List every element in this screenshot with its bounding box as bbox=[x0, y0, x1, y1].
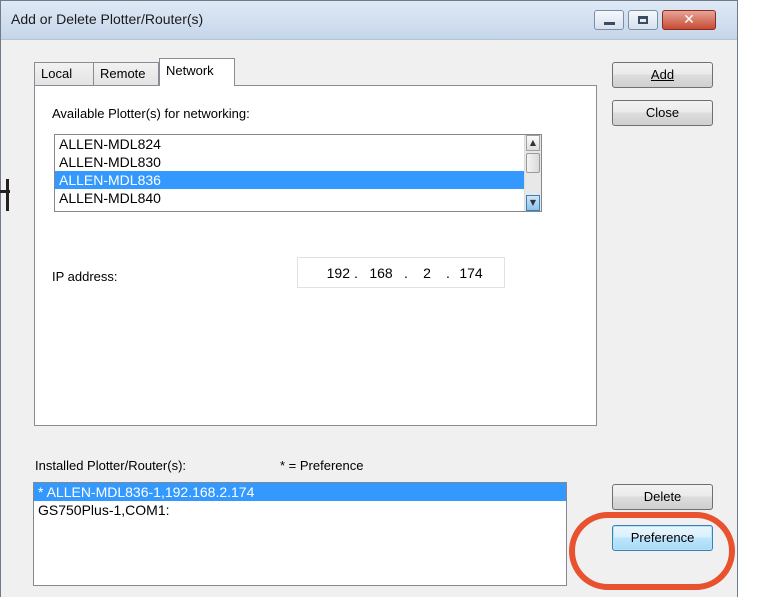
available-plotter-item[interactable]: ALLEN-MDL840 bbox=[55, 189, 541, 207]
scroll-up-arrow-icon[interactable]: ▲ bbox=[526, 135, 540, 151]
close-window-button[interactable]: ✕ bbox=[662, 10, 716, 30]
available-plotters-label: Available Plotter(s) for networking: bbox=[52, 106, 250, 121]
title-bar[interactable]: Add or Delete Plotter/Router(s) ✕ bbox=[1, 1, 737, 40]
ip-octet-3[interactable]: 2 bbox=[412, 265, 442, 281]
dialog-window: Add or Delete Plotter/Router(s) ✕ Local … bbox=[0, 0, 738, 597]
installed-plotter-item[interactable]: * ALLEN-MDL836-1,192.168.2.174 bbox=[34, 483, 566, 501]
ip-octet-1[interactable]: 192 bbox=[298, 265, 350, 281]
minimize-button[interactable] bbox=[594, 10, 624, 30]
installed-plotter-item[interactable]: GS750Plus-1,COM1: bbox=[34, 501, 566, 519]
ip-address-label: IP address: bbox=[52, 269, 118, 284]
ip-address-field[interactable]: 192 . 168 . 2 . 174 bbox=[297, 257, 505, 288]
scroll-thumb[interactable] bbox=[526, 153, 540, 173]
available-plotters-list[interactable]: ALLEN-MDL824 ALLEN-MDL830 ALLEN-MDL836 ALLE… bbox=[54, 134, 542, 212]
installed-plotters-list[interactable]: * ALLEN-MDL836-1,192.168.2.174 GS750Plus-… bbox=[33, 482, 567, 586]
window-title: Add or Delete Plotter/Router(s) bbox=[11, 11, 204, 27]
scroll-down-arrow-icon[interactable]: ▼ bbox=[526, 195, 540, 211]
available-plotter-item[interactable]: ALLEN-MDL824 bbox=[55, 135, 541, 153]
available-plotter-item[interactable]: ALLEN-MDL830 bbox=[55, 153, 541, 171]
available-plotters-items: ALLEN-MDL824 ALLEN-MDL830 ALLEN-MDL836 ALLE… bbox=[55, 135, 541, 207]
add-button[interactable]: Add bbox=[612, 62, 713, 88]
callout-tick bbox=[0, 190, 10, 193]
available-plotter-item[interactable]: ALLEN-MDL836 bbox=[55, 171, 541, 189]
preference-note: * = Preference bbox=[280, 458, 364, 473]
add-button-label: Add bbox=[650, 67, 675, 82]
ip-octet-2[interactable]: 168 bbox=[362, 265, 400, 281]
close-icon: ✕ bbox=[683, 12, 695, 28]
ip-octet-4[interactable]: 174 bbox=[454, 265, 488, 281]
maximize-icon bbox=[638, 16, 648, 24]
tab-network[interactable]: Network bbox=[159, 58, 235, 86]
installed-plotters-items: * ALLEN-MDL836-1,192.168.2.174 GS750Plus-… bbox=[34, 483, 566, 519]
highlight-annotation-circle bbox=[569, 512, 735, 590]
ip-separator: . bbox=[404, 264, 408, 281]
ip-separator: . bbox=[354, 264, 358, 281]
tab-remote[interactable]: Remote bbox=[93, 62, 159, 85]
network-tab-panel: Available Plotter(s) for networking: ALL… bbox=[34, 85, 597, 426]
available-list-scrollbar[interactable]: ▲ ▼ bbox=[524, 135, 541, 211]
ip-separator: . bbox=[446, 264, 450, 281]
callout-line bbox=[6, 179, 9, 211]
maximize-button[interactable] bbox=[628, 10, 658, 30]
close-button[interactable]: Close bbox=[612, 100, 713, 126]
delete-button-label: Delete bbox=[643, 489, 682, 504]
minimize-icon bbox=[603, 21, 615, 25]
tab-local[interactable]: Local bbox=[34, 62, 94, 85]
delete-button[interactable]: Delete bbox=[612, 484, 713, 510]
installed-plotters-label: Installed Plotter/Router(s): bbox=[35, 458, 187, 473]
close-button-label: Close bbox=[645, 105, 680, 120]
